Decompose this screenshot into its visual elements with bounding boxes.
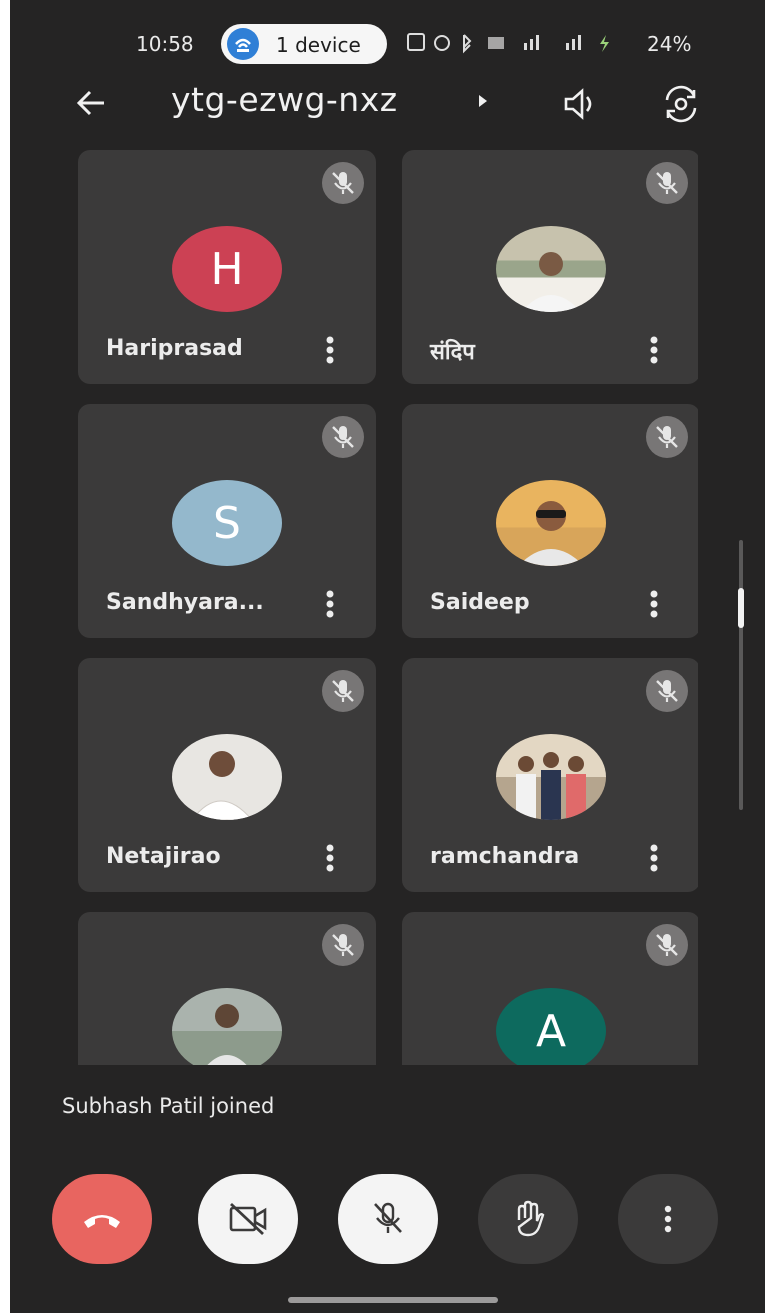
- back-button[interactable]: [66, 80, 116, 126]
- more-vert-icon[interactable]: [644, 334, 664, 366]
- participant-tile[interactable]: Saideep: [402, 404, 698, 638]
- mic-off-icon: [646, 670, 688, 712]
- avatar-photo: [172, 988, 282, 1065]
- home-indicator[interactable]: [288, 1297, 498, 1303]
- caret-right-icon[interactable]: [476, 92, 490, 114]
- participant-name: Saideep: [430, 590, 530, 615]
- hang-up-icon: [84, 1215, 120, 1228]
- participant-tile[interactable]: A: [402, 912, 698, 1065]
- mic-off-icon: [322, 162, 364, 204]
- more-vert-icon[interactable]: [320, 334, 340, 366]
- device-pill[interactable]: 1 device: [221, 24, 387, 64]
- more-vert-icon: [664, 1205, 672, 1233]
- avatar-photo: [496, 480, 606, 566]
- avatar: S: [172, 480, 282, 566]
- battery-level: 24%: [647, 32, 692, 56]
- avatar: A: [496, 988, 606, 1065]
- raise-hand-button[interactable]: [478, 1174, 578, 1264]
- participant-tile[interactable]: Netajirao: [78, 658, 376, 892]
- participant-tile[interactable]: ramchandra: [402, 658, 698, 892]
- device-pill-label: 1 device: [276, 33, 361, 57]
- mic-off-icon: [374, 1202, 402, 1233]
- participant-name: Sandhyara...: [106, 590, 264, 615]
- end-call-button[interactable]: [52, 1174, 152, 1264]
- avatar-photo: [496, 226, 606, 312]
- participant-grid[interactable]: H Hariprasad संदिप S Sandhyara... Saidee…: [78, 150, 698, 1065]
- more-vert-icon[interactable]: [644, 588, 664, 620]
- participant-tile[interactable]: S Sandhyara...: [78, 404, 376, 638]
- participant-tile[interactable]: संदिप: [402, 150, 698, 384]
- more-options-button[interactable]: [618, 1174, 718, 1264]
- participant-tile[interactable]: H Hariprasad: [78, 150, 376, 384]
- mic-off-icon: [646, 162, 688, 204]
- participant-name: Netajirao: [106, 844, 221, 869]
- cast-icon: [227, 28, 259, 60]
- system-icons: [406, 31, 636, 60]
- meeting-code[interactable]: ytg-ezwg-nxz: [171, 80, 398, 119]
- mic-off-icon: [322, 924, 364, 966]
- flip-camera-icon: [665, 85, 697, 123]
- participant-name: संदिप: [430, 340, 475, 365]
- avatar: H: [172, 226, 282, 312]
- avatar-photo: [496, 734, 606, 820]
- speaker-button[interactable]: [558, 82, 604, 126]
- camera-off-icon: [229, 1202, 267, 1236]
- more-vert-icon[interactable]: [644, 842, 664, 874]
- call-controls: [10, 1172, 765, 1268]
- status-bar: 10:58 1 device 24%: [10, 22, 765, 66]
- meet-screen: 10:58 1 device 24% ytg-ezwg-nxz H Haripr…: [10, 0, 765, 1313]
- arrow-left-icon: [76, 90, 104, 116]
- avatar-letter: A: [535, 1005, 567, 1057]
- avatar-letter: S: [213, 497, 241, 549]
- mic-off-icon: [646, 924, 688, 966]
- mic-off-icon: [322, 416, 364, 458]
- status-time: 10:58: [136, 32, 194, 56]
- participant-tile[interactable]: [78, 912, 376, 1065]
- mic-off-icon: [646, 416, 688, 458]
- participant-name: ramchandra: [430, 844, 580, 869]
- mic-toggle-button[interactable]: [338, 1174, 438, 1264]
- switch-camera-button[interactable]: [658, 82, 704, 126]
- speaker-icon: [564, 88, 592, 120]
- scrollbar[interactable]: [737, 540, 745, 810]
- hand-icon: [517, 1200, 545, 1237]
- more-vert-icon[interactable]: [320, 588, 340, 620]
- more-vert-icon[interactable]: [320, 842, 340, 874]
- camera-toggle-button[interactable]: [198, 1174, 298, 1264]
- participant-name: Hariprasad: [106, 336, 243, 361]
- avatar-letter: H: [210, 243, 244, 295]
- join-toast: Subhash Patil joined: [62, 1094, 275, 1118]
- meeting-header: ytg-ezwg-nxz: [10, 80, 765, 130]
- mic-off-icon: [322, 670, 364, 712]
- avatar-photo: [172, 734, 282, 820]
